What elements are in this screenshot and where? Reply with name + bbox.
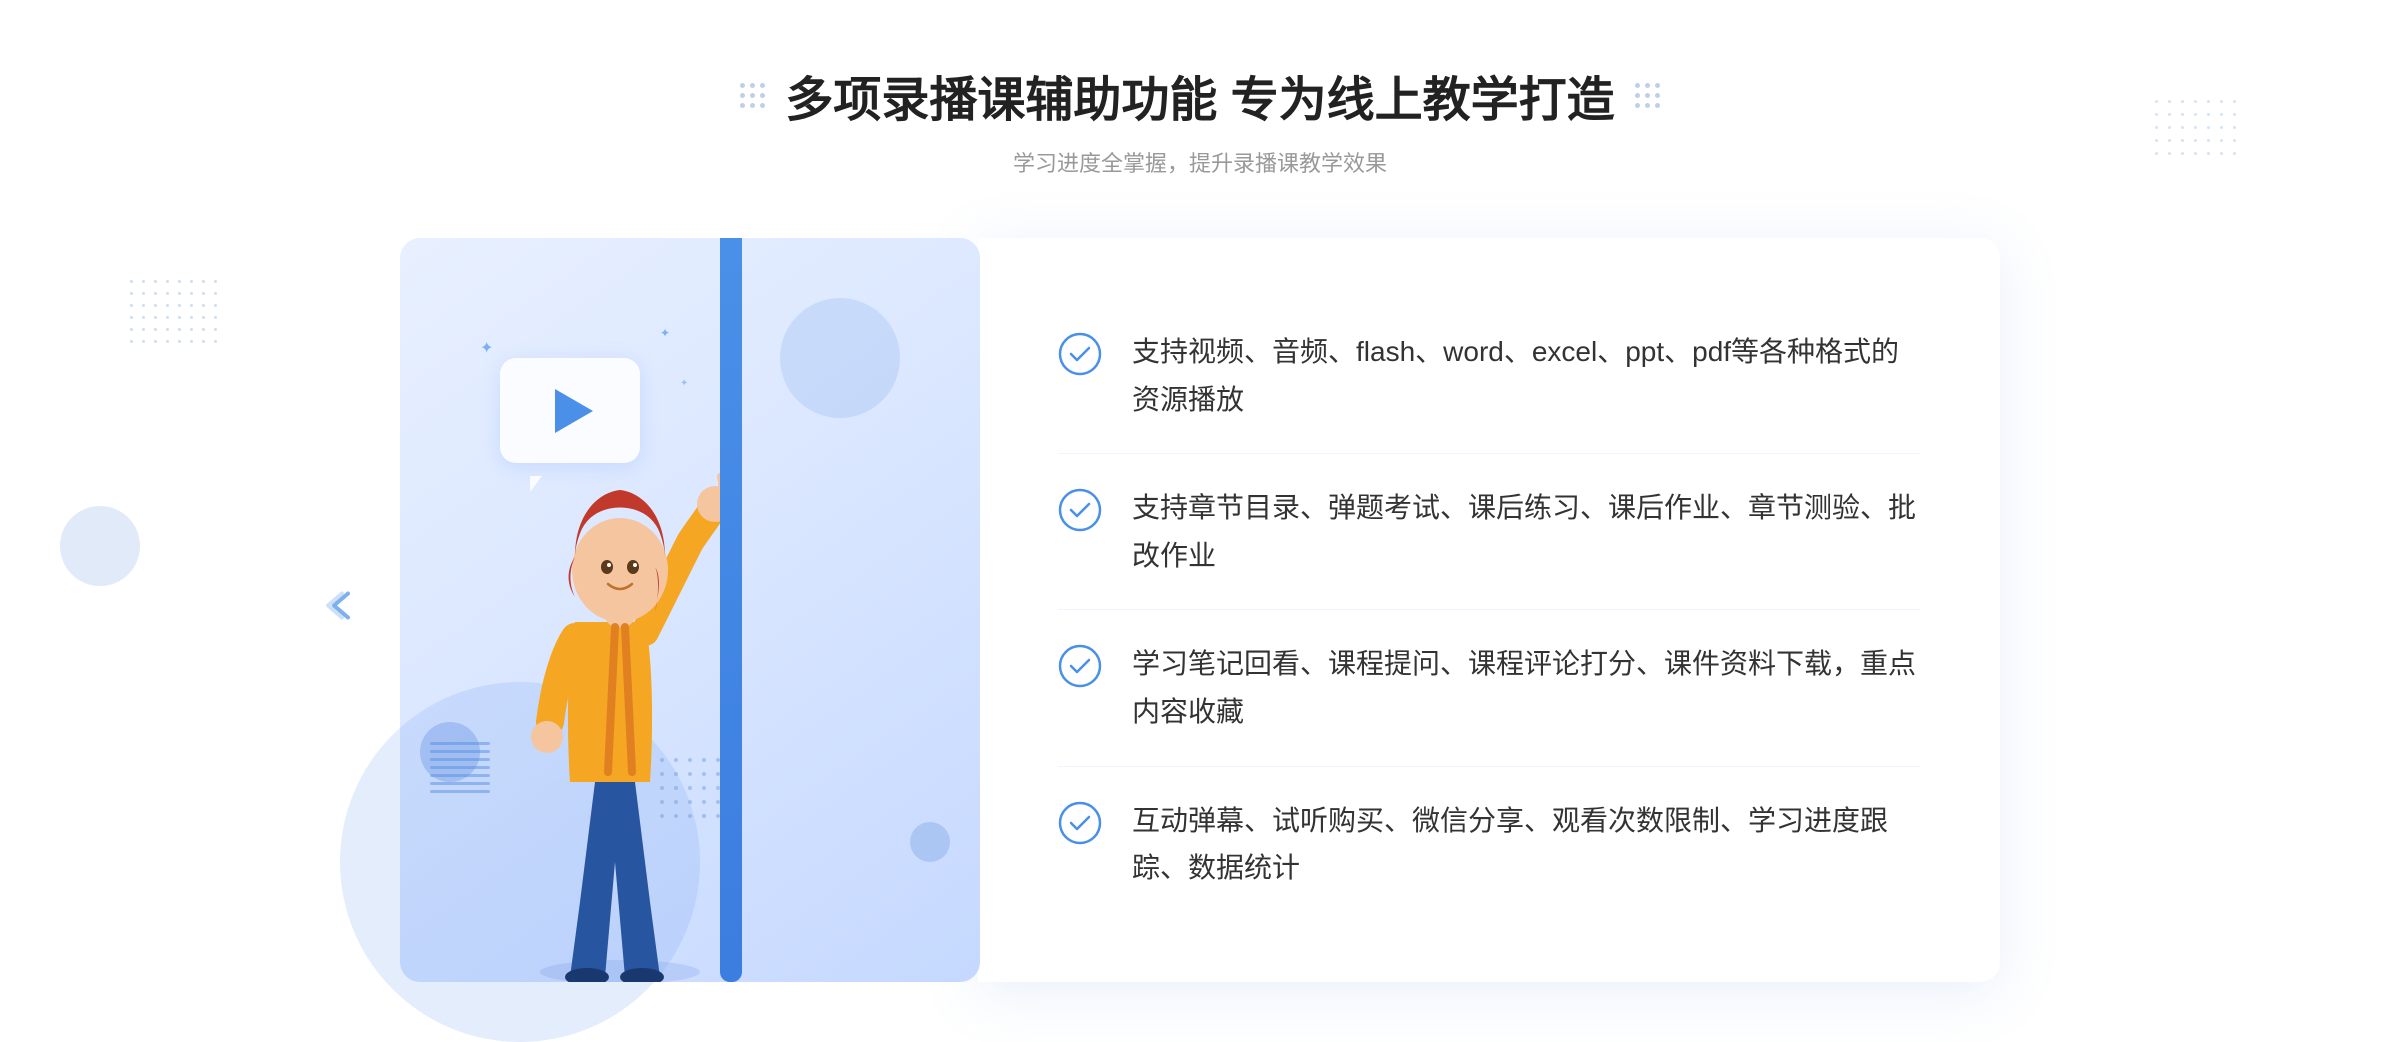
feature-item-3: 学习笔记回看、课程提问、课程评论打分、课件资料下载，重点内容收藏 xyxy=(1058,610,1920,766)
bg-circle-medium xyxy=(780,298,900,418)
features-card: 支持视频、音频、flash、word、excel、ppt、pdf等各种格式的资源… xyxy=(978,238,2000,982)
feature-item-4: 互动弹幕、试听购买、微信分享、观看次数限制、学习进度跟踪、数据统计 xyxy=(1058,767,1920,922)
deco-circle-far-left xyxy=(60,506,140,586)
feature-text-1: 支持视频、音频、flash、word、excel、ppt、pdf等各种格式的资源… xyxy=(1132,328,1920,423)
page-title: 多项录播课辅助功能 专为线上教学打造 xyxy=(785,60,1614,130)
title-decor-right xyxy=(1635,83,1660,108)
feature-text-2: 支持章节目录、弹题考试、课后练习、课后作业、章节测验、批改作业 xyxy=(1132,484,1920,579)
page-wrapper: 多项录播课辅助功能 专为线上教学打造 学习进度全掌握，提升录播课教学效果 xyxy=(0,0,2400,974)
feature-item-1: 支持视频、音频、flash、word、excel、ppt、pdf等各种格式的资源… xyxy=(1058,298,1920,454)
feature-item-2: 支持章节目录、弹题考试、课后练习、课后作业、章节测验、批改作业 xyxy=(1058,454,1920,610)
page-subtitle: 学习进度全掌握，提升录播课教学效果 xyxy=(740,146,1659,178)
illustration-area: ✦ ✦ ✦ xyxy=(400,238,980,982)
feature-text-4: 互动弹幕、试听购买、微信分享、观看次数限制、学习进度跟踪、数据统计 xyxy=(1132,797,1920,892)
check-icon-1 xyxy=(1058,332,1102,376)
star-2: ✦ xyxy=(660,326,670,340)
title-main: 多项录播课辅助功能 专为线上教学打造 xyxy=(740,60,1659,130)
check-icon-4 xyxy=(1058,801,1102,845)
arrow-left-decoration xyxy=(320,585,360,634)
blue-accent-bar xyxy=(720,238,742,982)
check-icon-3 xyxy=(1058,644,1102,688)
deco-circle-bottom xyxy=(910,822,950,862)
dot-pattern-bg-left: (function() { const container = document… xyxy=(130,280,221,347)
star-1: ✦ xyxy=(480,338,493,358)
feature-text-3: 学习笔记回看、课程提问、课程评论打分、课件资料下载，重点内容收藏 xyxy=(1132,640,1920,735)
title-section: 多项录播课辅助功能 专为线上教学打造 学习进度全掌握，提升录播课教学效果 xyxy=(740,60,1659,178)
dot-pattern-top-right: (function() { const container = document… xyxy=(2155,100,2240,159)
check-icon-2 xyxy=(1058,488,1102,532)
main-content: ✦ ✦ ✦ xyxy=(400,238,2000,982)
title-decor-left xyxy=(740,83,765,108)
